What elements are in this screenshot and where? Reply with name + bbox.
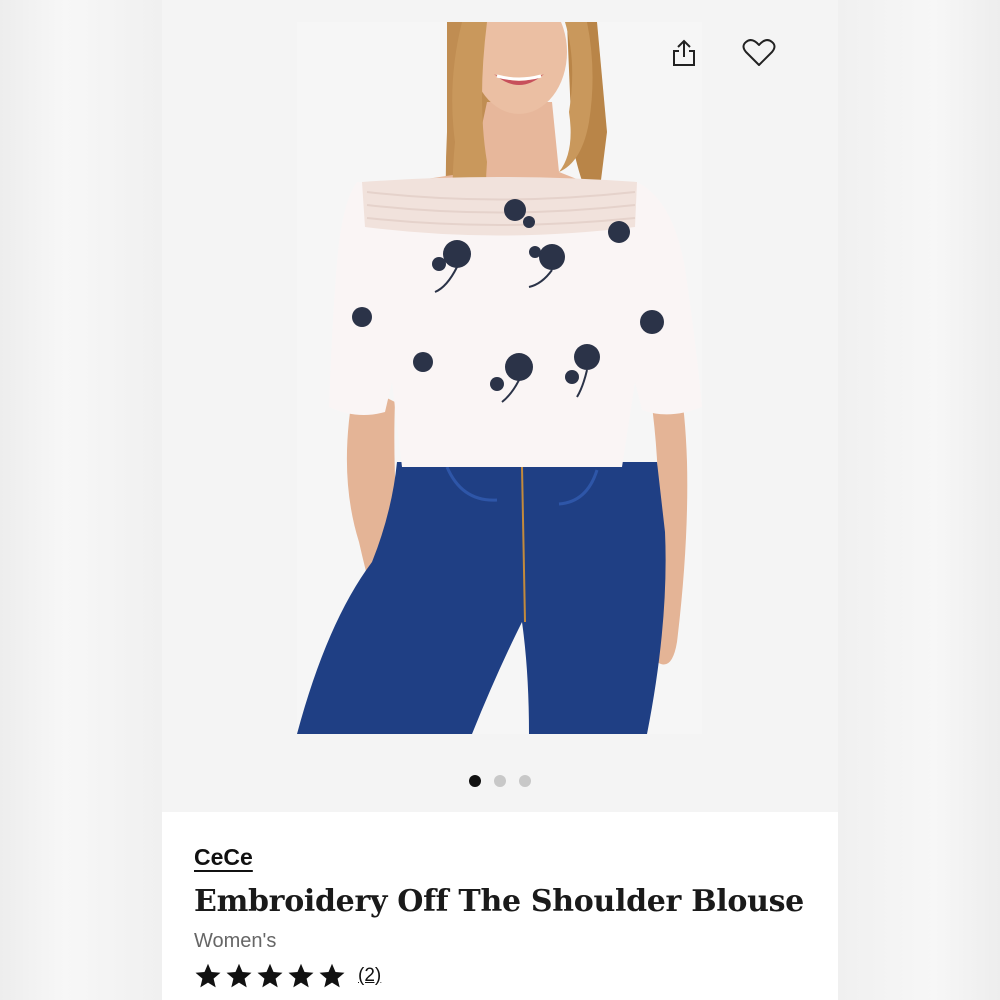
- star-icon: [319, 963, 345, 988]
- background-left: [0, 0, 162, 1000]
- brand-link[interactable]: CeCe: [194, 844, 253, 871]
- product-category: Women's: [194, 930, 277, 952]
- star-icon: [257, 963, 283, 988]
- background-right: [838, 0, 1000, 1000]
- star-icon: [288, 963, 314, 988]
- share-icon: [673, 39, 695, 66]
- star-icon: [226, 963, 252, 988]
- product-gallery[interactable]: [162, 0, 838, 812]
- rating-stars: [194, 962, 346, 990]
- gallery-dot-1[interactable]: [469, 775, 481, 787]
- model-illustration: [297, 22, 702, 734]
- product-image[interactable]: [297, 22, 702, 734]
- product-rating[interactable]: (2): [194, 962, 381, 990]
- favorite-button[interactable]: [739, 33, 779, 73]
- gallery-dot-3[interactable]: [519, 775, 531, 787]
- heart-icon: [742, 39, 776, 66]
- product-info: CeCe Embroidery Off The Shoulder Blouse …: [162, 812, 838, 1000]
- share-button[interactable]: [664, 33, 704, 73]
- gallery-pagination: [162, 775, 838, 787]
- review-count-link[interactable]: (2): [358, 965, 381, 987]
- product-title: Embroidery Off The Shoulder Blouse: [194, 884, 804, 919]
- gallery-dot-2[interactable]: [494, 775, 506, 787]
- star-icon: [195, 963, 221, 988]
- product-card: CeCe Embroidery Off The Shoulder Blouse …: [162, 0, 838, 1000]
